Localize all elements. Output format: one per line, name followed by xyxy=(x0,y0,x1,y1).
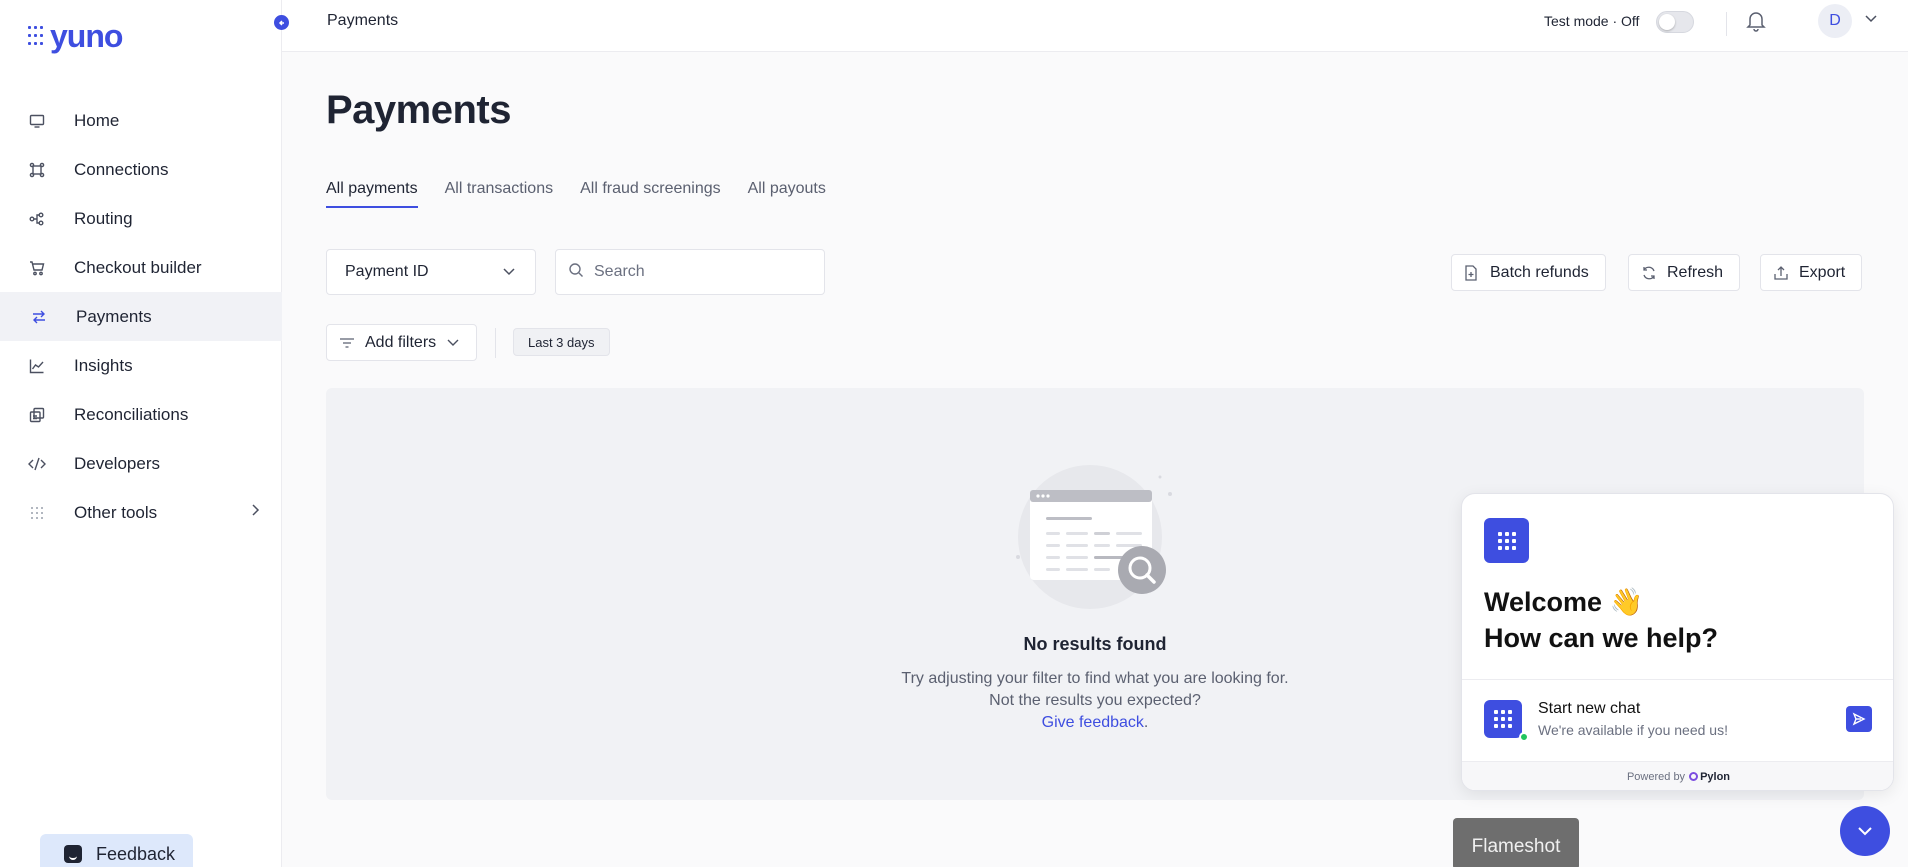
availability-text: We're available if you need us! xyxy=(1538,722,1728,738)
chat-greeting: Welcome 👋 How can we help? xyxy=(1484,584,1718,656)
sidebar-item-label: Other tools xyxy=(74,502,158,522)
chevron-right-icon xyxy=(250,503,260,522)
send-icon[interactable] xyxy=(1846,706,1872,732)
chat-welcome: Welcome 👋 xyxy=(1484,587,1644,617)
empty-state-title: No results found xyxy=(1023,634,1167,654)
sidebar-item-label: Insights xyxy=(74,355,133,375)
chevron-down-icon xyxy=(446,334,460,352)
empty-state-illustration xyxy=(1010,462,1176,612)
sidebar-item-label: Connections xyxy=(74,159,169,179)
batch-refunds-button[interactable]: Batch refunds xyxy=(1451,254,1606,291)
test-mode-label: Test mode · Off xyxy=(1544,13,1640,29)
powered-by-text: Powered by xyxy=(1626,771,1686,783)
yuno-logo[interactable]: yuno xyxy=(28,18,123,55)
cart-icon xyxy=(28,259,46,277)
export-button[interactable]: Export xyxy=(1760,254,1863,291)
search-box[interactable] xyxy=(555,249,825,295)
feedback-label: Feedback xyxy=(96,844,176,864)
add-filters-label: Add filters xyxy=(365,333,437,351)
chevron-down-icon[interactable] xyxy=(1864,10,1878,28)
sidebar-nav: Home Connections Routing Checkout builde… xyxy=(0,96,282,537)
logo-mark-icon xyxy=(28,25,46,48)
empty-state-description: Try adjusting your filter to find what y… xyxy=(900,668,1290,734)
filter-lines-icon xyxy=(339,337,355,349)
add-filters-button[interactable]: Add filters xyxy=(326,324,477,361)
refresh-icon xyxy=(1641,265,1657,281)
sidebar-item-label: Reconciliations xyxy=(74,404,189,424)
routing-icon xyxy=(28,210,46,228)
search-icon xyxy=(568,262,584,283)
logo-text: yuno xyxy=(50,18,123,54)
empty-state-link-suffix: . xyxy=(1143,714,1149,731)
refresh-label: Refresh xyxy=(1667,263,1724,281)
batch-refunds-label: Batch refunds xyxy=(1490,263,1589,281)
sidebar-item-label: Home xyxy=(74,110,120,130)
sidebar-item-connections[interactable]: Connections xyxy=(0,145,282,194)
pylon-logo-icon xyxy=(1689,772,1699,781)
document-plus-icon xyxy=(1464,264,1480,281)
export-label: Export xyxy=(1799,263,1846,281)
tab-all-payments[interactable]: All payments xyxy=(326,180,418,208)
chat-question: How can we help? xyxy=(1484,623,1719,653)
start-new-chat-label: Start new chat xyxy=(1538,700,1641,717)
sidebar-item-other-tools[interactable]: Other tools xyxy=(0,488,282,537)
smile-icon xyxy=(64,845,82,863)
chevron-down-icon xyxy=(1858,827,1872,836)
sidebar-item-routing[interactable]: Routing xyxy=(0,194,282,243)
sidebar: yuno Home Connections Routing Checkout b… xyxy=(0,0,282,867)
line-chart-icon xyxy=(28,357,46,375)
give-feedback-link[interactable]: Give feedback xyxy=(1042,714,1144,731)
topbar: Payments Test mode · Off D xyxy=(282,0,1908,52)
sidebar-item-label: Developers xyxy=(74,453,160,473)
page-title: Payments xyxy=(326,88,511,132)
online-status-dot xyxy=(1519,732,1529,742)
powered-by-footer[interactable]: Powered by Pylon xyxy=(1462,761,1893,790)
support-chat-widget: Welcome 👋 How can we help? Start new cha… xyxy=(1461,493,1894,791)
sidebar-item-payments[interactable]: Payments xyxy=(0,292,282,341)
divider xyxy=(1726,12,1727,36)
sidebar-item-label: Routing xyxy=(74,208,133,228)
sidebar-item-label: Payments xyxy=(76,306,152,326)
feedback-button[interactable]: Feedback xyxy=(40,834,193,867)
chevron-down-icon xyxy=(501,263,517,284)
grid-dots-icon xyxy=(28,504,46,522)
flameshot-tooltip: Flameshot xyxy=(1453,818,1579,867)
tabs: All payments All transactions All fraud … xyxy=(326,180,853,208)
sidebar-item-checkout-builder[interactable]: Checkout builder xyxy=(0,243,282,292)
agent-avatar-icon xyxy=(1484,700,1522,738)
search-field-select[interactable]: Payment ID xyxy=(326,249,536,295)
start-new-chat-row[interactable]: Start new chat We're available if you ne… xyxy=(1462,679,1893,761)
avatar[interactable]: D xyxy=(1818,4,1852,38)
sidebar-item-label: Checkout builder xyxy=(74,257,202,277)
tab-all-payouts[interactable]: All payouts xyxy=(748,180,826,208)
divider xyxy=(495,328,496,358)
sidebar-item-home[interactable]: Home xyxy=(0,96,282,145)
sidebar-item-insights[interactable]: Insights xyxy=(0,341,282,390)
sidebar-item-developers[interactable]: Developers xyxy=(0,439,282,488)
tab-all-fraud-screenings[interactable]: All fraud screenings xyxy=(580,180,721,208)
breadcrumb: Payments xyxy=(327,12,399,29)
notifications-bell-icon[interactable] xyxy=(1746,10,1768,32)
tab-all-transactions[interactable]: All transactions xyxy=(445,180,554,208)
sidebar-item-reconciliations[interactable]: Reconciliations xyxy=(0,390,282,439)
date-range-chip[interactable]: Last 3 days xyxy=(513,328,610,356)
refresh-button[interactable]: Refresh xyxy=(1628,254,1741,291)
monitor-icon xyxy=(28,112,46,130)
reconcile-icon xyxy=(28,406,46,424)
arrow-left-icon xyxy=(278,19,284,26)
code-icon xyxy=(28,455,46,473)
pylon-brand: Pylon xyxy=(1700,771,1731,783)
search-input[interactable] xyxy=(594,263,794,281)
search-field-select-value: Payment ID xyxy=(345,263,429,280)
yuno-mark-icon xyxy=(1484,518,1529,563)
test-mode-toggle[interactable] xyxy=(1656,11,1694,33)
upload-icon xyxy=(1773,265,1789,281)
collapse-sidebar-button[interactable] xyxy=(274,15,289,30)
chat-toggle-button[interactable] xyxy=(1840,806,1890,856)
empty-state-text: Try adjusting your filter to find what y… xyxy=(901,670,1289,709)
arrows-exchange-icon xyxy=(30,308,48,326)
connections-icon xyxy=(28,161,46,179)
